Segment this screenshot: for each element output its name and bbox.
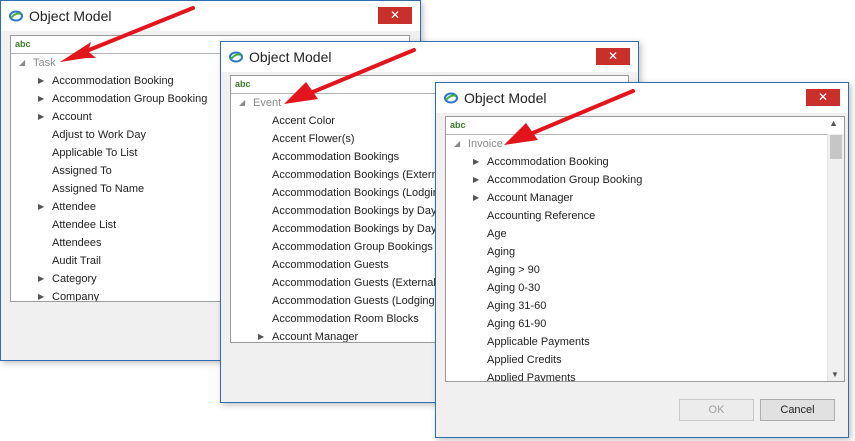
tree-item-label: Applied Credits xyxy=(487,354,562,366)
tree-item-label: Category xyxy=(52,273,97,285)
tree-root-label: Event xyxy=(253,97,282,109)
title-bar[interactable]: Object Model ✕ xyxy=(221,42,638,72)
title-bar[interactable]: Object Model ✕ xyxy=(1,1,420,31)
tree-item-label: Accent Color xyxy=(272,115,335,127)
tree-item-label: Assigned To xyxy=(52,165,112,177)
tree-item-label: Attendee List xyxy=(52,219,117,231)
collapse-triangle-icon[interactable]: ◢ xyxy=(239,94,245,112)
window-title: Object Model xyxy=(249,49,332,65)
expand-triangle-icon[interactable]: ▶ xyxy=(473,189,479,207)
expand-triangle-icon[interactable]: ▶ xyxy=(38,270,44,288)
object-model-icon xyxy=(229,51,243,63)
close-icon: ✕ xyxy=(817,90,829,104)
tree-item-label: Accommodation Booking xyxy=(487,156,609,168)
expand-triangle-icon[interactable]: ▶ xyxy=(473,153,479,171)
tree-item-label: Audit Trail xyxy=(52,255,101,267)
object-model-icon xyxy=(444,92,458,104)
expand-triangle-icon[interactable]: ▶ xyxy=(38,198,44,216)
expand-triangle-icon[interactable]: ▶ xyxy=(258,328,264,342)
expand-triangle-icon[interactable]: ▶ xyxy=(38,90,44,108)
tree-root-label: Task xyxy=(33,57,56,69)
tree-item-label: Accommodation Guests xyxy=(272,259,389,271)
window-title: Object Model xyxy=(464,90,547,106)
tree-item-label: Accounting Reference xyxy=(487,210,596,222)
object-model-icon xyxy=(9,10,23,22)
tree-item-label: Adjust to Work Day xyxy=(52,129,146,141)
object-model-window-invoice: Object Model ✕ abc ▲ ◢ Invoice ▶ Accommod… xyxy=(435,82,849,438)
scrollbar-thumb[interactable] xyxy=(830,135,842,159)
tree-item-label: Account Manager xyxy=(272,331,359,343)
tree-item-label: Accommodation Bookings (External) xyxy=(272,169,450,181)
tree-item-label: Accommodation Group Booking xyxy=(487,174,643,186)
tree-item-label: Accommodation Booking xyxy=(52,75,174,87)
tree-item-label: Attendee xyxy=(52,201,97,213)
tree-item-label: Aging 0-30 xyxy=(487,282,541,294)
tree-item-label: Accommodation Bookings xyxy=(272,151,400,163)
tree-item-label: Account Manager xyxy=(487,192,574,204)
close-button[interactable]: ✕ xyxy=(378,7,412,24)
tree-item-label: Accommodation Room Blocks xyxy=(272,313,419,325)
tree-item-label: Age xyxy=(487,228,507,240)
tree-item-label: Accommodation Group Booking xyxy=(52,93,208,105)
search-input[interactable]: abc xyxy=(15,39,31,49)
tree-item-label: Aging > 90 xyxy=(487,264,540,276)
tree-item-label: Accommodation Guests (Lodging) xyxy=(272,295,439,307)
expand-triangle-icon[interactable]: ▶ xyxy=(38,72,44,90)
vertical-scrollbar[interactable]: ▼ xyxy=(827,134,844,381)
chevron-up-icon[interactable]: ▲ xyxy=(829,118,838,128)
tree-item-label: Applicable To List xyxy=(52,147,138,159)
title-bar[interactable]: Object Model ✕ xyxy=(436,83,848,113)
search-input[interactable]: abc xyxy=(450,120,466,130)
expand-triangle-icon[interactable]: ▶ xyxy=(38,108,44,126)
tree-item-label: Assigned To Name xyxy=(52,183,145,195)
tree-item-label: Accent Flower(s) xyxy=(272,133,355,145)
search-input[interactable]: abc xyxy=(235,79,251,89)
tree-item-label: Attendees xyxy=(52,237,102,249)
ok-button[interactable]: OK xyxy=(679,399,754,421)
tree-item-label: Applicable Payments xyxy=(487,336,590,348)
expand-triangle-icon[interactable]: ▶ xyxy=(473,171,479,189)
close-icon: ✕ xyxy=(389,8,401,22)
tree-item-label: Accommodation Bookings (Lodging) xyxy=(272,187,449,199)
tree-item-label: Aging 31-60 xyxy=(487,300,547,312)
tree-item-label: Aging 61-90 xyxy=(487,318,547,330)
tree-item-label: Applied Payments xyxy=(487,372,576,382)
collapse-triangle-icon[interactable]: ◢ xyxy=(454,135,460,153)
scroll-down-icon[interactable]: ▼ xyxy=(831,370,839,379)
tree-item-label: Accommodation Guests (External) xyxy=(272,277,440,289)
search-box[interactable]: abc ▲ xyxy=(446,117,844,135)
tree-item-label: Company xyxy=(52,291,100,302)
tree-item-label: Aging xyxy=(487,246,516,258)
expand-triangle-icon[interactable]: ▶ xyxy=(38,288,44,301)
window-title: Object Model xyxy=(29,8,112,24)
close-button[interactable]: ✕ xyxy=(806,89,840,106)
tree-item-label: Account xyxy=(52,111,92,123)
collapse-triangle-icon[interactable]: ◢ xyxy=(19,54,25,72)
tree-root-label: Invoice xyxy=(468,138,503,150)
tree-item-label: Accommodation Group Bookings xyxy=(272,241,433,253)
object-tree: ◢ Invoice ▶ Accommodation Booking ▶ Accommo… xyxy=(446,134,828,381)
tree-panel: abc ▲ ◢ Invoice ▶ Accommodation Booking ▶ A… xyxy=(445,116,845,382)
cancel-button[interactable]: Cancel xyxy=(760,399,835,421)
close-icon: ✕ xyxy=(607,49,619,63)
close-button[interactable]: ✕ xyxy=(596,48,630,65)
